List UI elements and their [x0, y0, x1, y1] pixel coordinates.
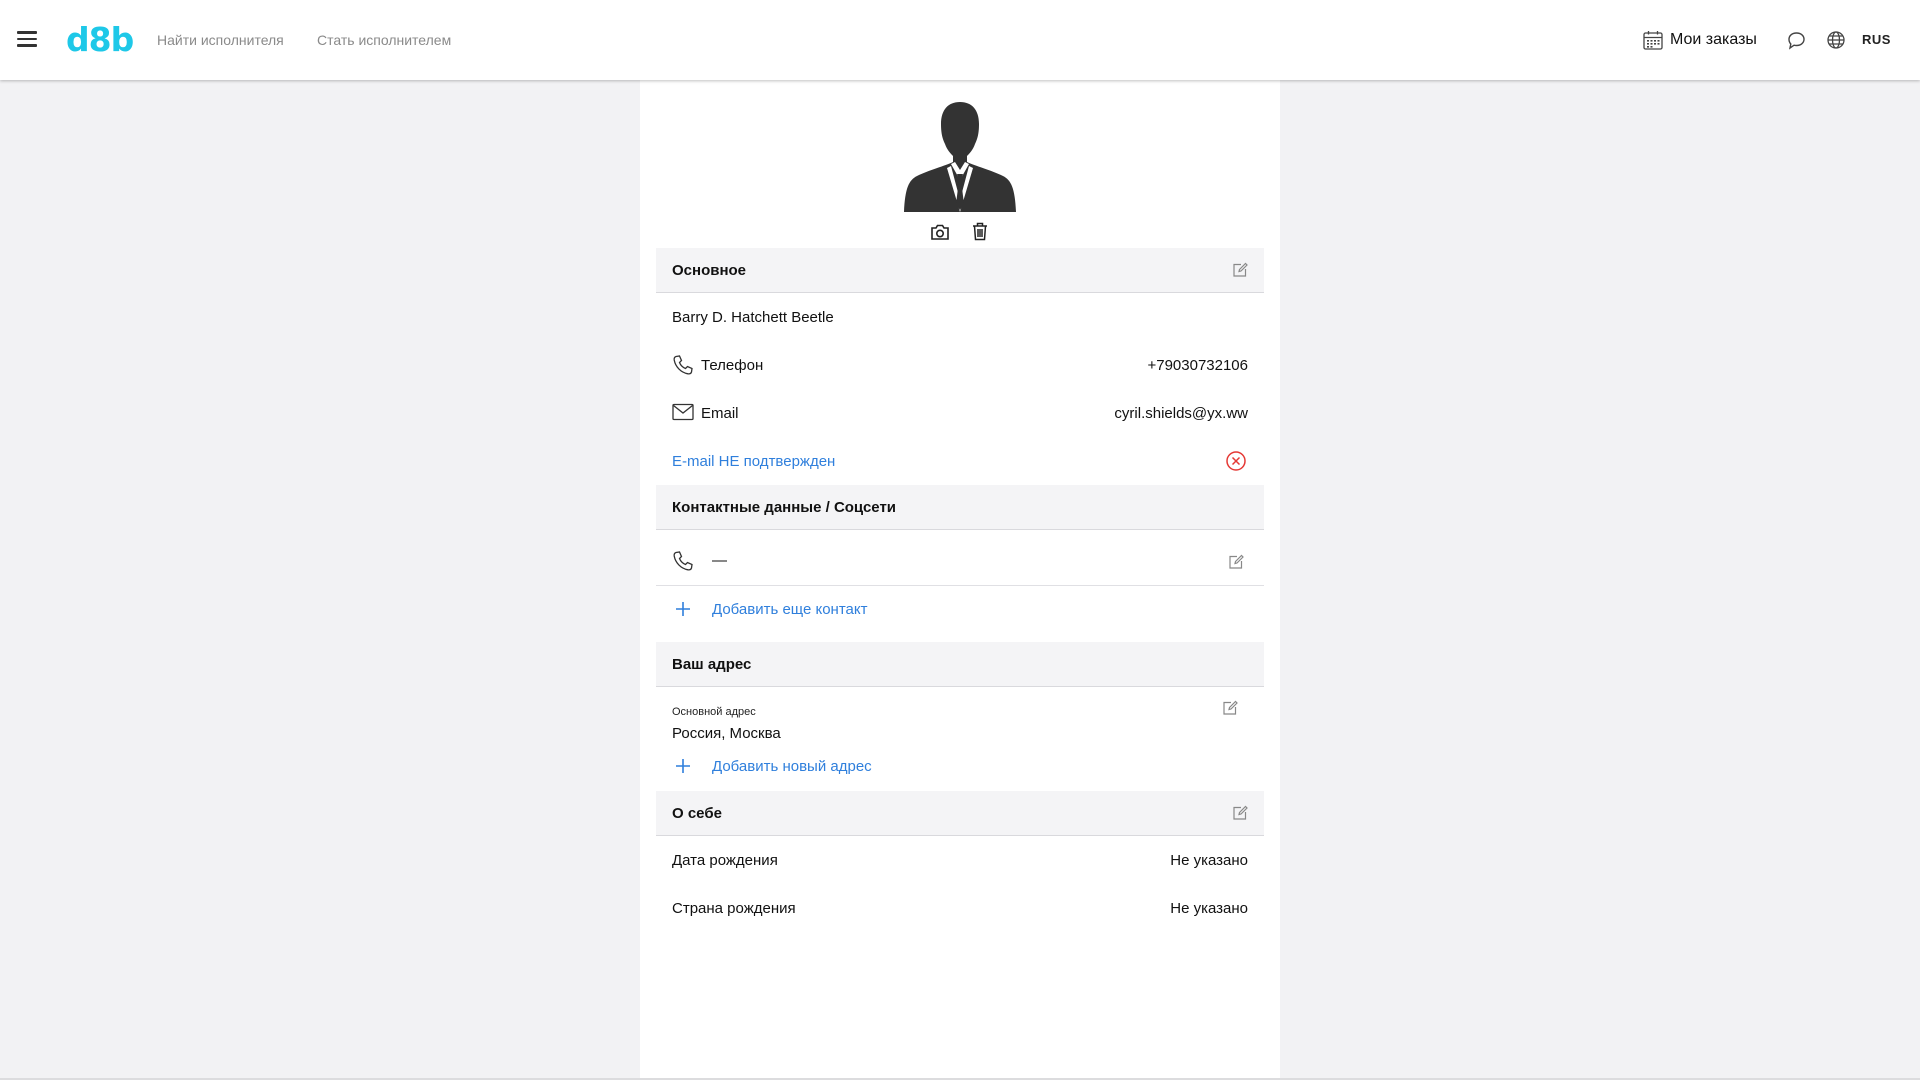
edit-icon[interactable] — [1232, 262, 1248, 278]
logo[interactable]: d8b — [66, 20, 134, 60]
error-circle-icon — [1226, 451, 1246, 471]
section-contacts-header: Контактные данные / Соцсети — [656, 485, 1264, 530]
section-about-header: О себе — [656, 791, 1264, 836]
phone-icon — [673, 551, 693, 571]
section-address-header: Ваш адрес — [656, 642, 1264, 687]
edit-icon[interactable] — [1222, 700, 1238, 716]
nav-become-performer[interactable]: Стать исполнителем — [317, 31, 451, 49]
add-contact-link[interactable]: Добавить еще контакт — [712, 601, 868, 619]
phone-value: +79030732106 — [1147, 357, 1248, 374]
avatar-placeholder — [904, 102, 1016, 212]
section-title: Основное — [672, 262, 747, 279]
profile-card: Основное Barry D. Hatchett Beetle Телефо… — [640, 80, 1280, 1078]
contact-phone-value: — — [712, 552, 727, 569]
edit-icon[interactable] — [1228, 554, 1244, 570]
email-value: cyril.shields@yx.ww — [1114, 405, 1248, 422]
birth-country-value: Не указано — [1170, 900, 1248, 917]
camera-icon[interactable] — [930, 223, 950, 241]
profile-full-name: Barry D. Hatchett Beetle — [672, 309, 834, 326]
edit-icon[interactable] — [1232, 805, 1248, 821]
nav-find-performer[interactable]: Найти исполнителя — [157, 31, 284, 49]
add-address-link[interactable]: Добавить новый адрес — [712, 758, 872, 776]
email-label: Email — [701, 405, 739, 422]
menu-icon[interactable] — [17, 31, 37, 47]
trash-icon[interactable] — [972, 222, 988, 241]
section-title: Ваш адрес — [672, 656, 752, 673]
section-basic-header: Основное — [656, 248, 1264, 293]
plus-icon[interactable] — [675, 601, 691, 617]
phone-label: Телефон — [701, 357, 764, 374]
mail-icon — [672, 403, 694, 421]
language-selector[interactable]: RUS — [1862, 32, 1891, 47]
chat-icon[interactable] — [1786, 30, 1807, 51]
birth-date-value: Не указано — [1170, 852, 1248, 869]
calendar-icon — [1643, 31, 1663, 50]
my-orders-button[interactable]: Мои заказы — [1642, 28, 1757, 52]
birth-date-label: Дата рождения — [672, 852, 778, 869]
globe-icon[interactable] — [1826, 30, 1846, 50]
section-title: О себе — [672, 805, 722, 822]
my-orders-label: Мои заказы — [1670, 31, 1757, 48]
birth-country-label: Страна рождения — [672, 900, 796, 917]
email-not-verified-link[interactable]: E-mail НЕ подтвержден — [672, 453, 835, 471]
top-header: d8b Найти исполнителя Стать исполнителем… — [0, 0, 1920, 80]
plus-icon[interactable] — [675, 758, 691, 774]
divider — [656, 585, 1264, 586]
main-address-value: Россия, Москва — [672, 725, 781, 742]
main-address-label: Основной адрес — [672, 706, 756, 718]
phone-icon — [673, 355, 693, 375]
section-title: Контактные данные / Соцсети — [672, 499, 897, 516]
